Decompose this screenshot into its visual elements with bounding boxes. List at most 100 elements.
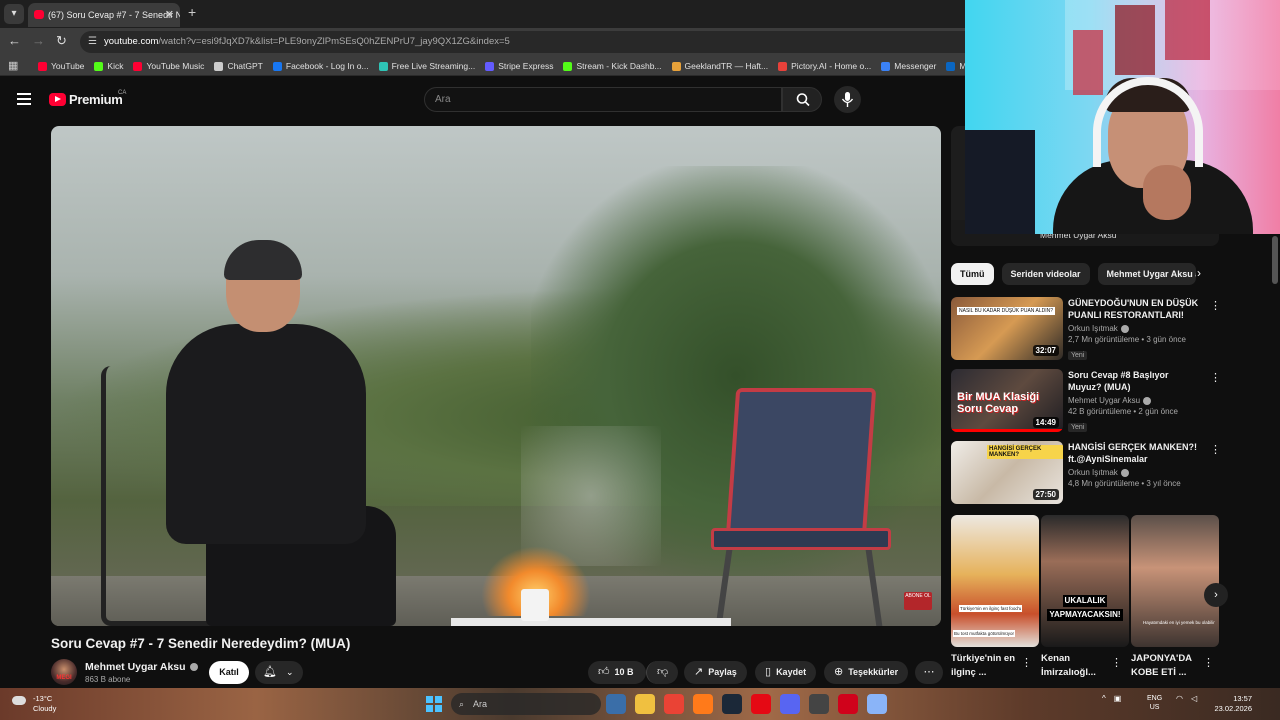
menu-hamburger-icon[interactable] — [17, 93, 31, 105]
thanks-button[interactable]: ⊕ Teşekkürler — [824, 661, 909, 684]
more-vertical-icon[interactable]: ⋮ — [1203, 656, 1214, 669]
like-count: 10 B — [614, 667, 634, 677]
short-title[interactable]: Türkiye'nin en ilginç ... — [951, 652, 1031, 680]
browser-tab-active[interactable]: (67) Soru Cevap #7 - 7 Senedir Neredeydi… — [28, 3, 180, 27]
bookmark-item[interactable]: ChatGPT — [214, 61, 263, 71]
taskbar-app-icon[interactable] — [751, 694, 771, 714]
chip-channel[interactable]: Mehmet Uygar Aksu and — [1097, 263, 1196, 285]
bookmark-item[interactable]: Pictory.AI - Home o... — [778, 61, 871, 71]
taskbar-app-icon[interactable] — [693, 694, 713, 714]
taskbar-search[interactable]: ⌕ Ara — [451, 693, 601, 715]
taskbar-app-icon[interactable] — [664, 694, 684, 714]
video-player[interactable]: ABONE OL — [51, 126, 941, 626]
video-title[interactable]: Soru Cevap #8 Başlıyor Muyuz? (MUA) — [1068, 369, 1203, 393]
video-thumbnail[interactable]: Bir MUA Klasiği Soru Cevap 14:49 — [951, 369, 1063, 432]
channel-name[interactable]: Mehmet Uygar Aksu — [1068, 396, 1140, 405]
video-thumbnail[interactable]: NASIL BU KADAR DÜŞÜK PUAN ALDIN? 32:07 — [951, 297, 1063, 360]
notification-bell-button[interactable]: 🔔︎ ⌄ — [255, 661, 303, 684]
network-volume-tray[interactable]: ◠ ◁ — [1176, 694, 1197, 703]
short-title[interactable]: JAPONYA'DA KOBE ETİ ... — [1131, 652, 1211, 680]
video-title[interactable]: HANGİSİ GERÇEK MANKEN?! ft.@AyniSinemala… — [1068, 441, 1203, 465]
taskbar-app-icon[interactable] — [780, 694, 800, 714]
voice-search-button[interactable] — [834, 86, 861, 113]
short-thumbnail[interactable]: Türkiye'nin en ilginç fast food'u Bu tos… — [951, 515, 1039, 647]
youtube-header: Premium CA Ara — [0, 76, 965, 122]
wifi-icon[interactable]: ◠ — [1176, 694, 1183, 703]
back-arrow-icon[interactable]: ← — [8, 33, 21, 48]
new-tab-plus-icon[interactable]: + — [188, 4, 196, 20]
shorts-next-arrow-icon[interactable]: › — [1204, 583, 1228, 607]
more-actions-button[interactable]: ⋯ — [915, 661, 943, 684]
channel-name[interactable]: Orkun Işıtmak — [1068, 324, 1118, 333]
bookmark-item[interactable]: Kick — [94, 61, 123, 71]
microphone-icon — [841, 92, 854, 107]
short-thumbnail[interactable]: Hayatımdaki en iyi yemek bu olabilir — [1131, 515, 1219, 647]
like-button[interactable]: 👍︎ 10 B — [588, 661, 646, 684]
site-info-icon[interactable]: ☰ — [88, 31, 97, 53]
bookmark-item[interactable]: Free Live Streaming... — [378, 61, 475, 71]
speaker-icon[interactable]: ◁ — [1191, 694, 1197, 703]
search-icon — [796, 93, 810, 107]
taskbar-clock[interactable]: 13:57 23.02.2026 — [1212, 694, 1252, 714]
more-vertical-icon[interactable]: ⋮ — [1210, 371, 1221, 384]
taskbar-app-icon[interactable] — [722, 694, 742, 714]
video-thumbnail[interactable]: HANGİSİ GERÇEK MANKEN? 27:50 — [951, 441, 1063, 504]
search-input[interactable]: Ara — [424, 87, 782, 112]
bookmark-item[interactable]: Stripe Express — [485, 61, 553, 71]
short-thumbnail-text: Türkiye'nin en ilginç fast food'u — [959, 605, 1023, 612]
share-button[interactable]: ↗ Paylaş — [684, 661, 747, 684]
bookmark-item[interactable]: YouTube — [38, 61, 84, 71]
recommended-video[interactable]: HANGİSİ GERÇEK MANKEN? 27:50 HANGİSİ GER… — [951, 441, 1221, 505]
page-scrollbar-thumb[interactable] — [1272, 236, 1278, 284]
chip-all[interactable]: Tümü — [951, 263, 994, 285]
channel-avatar[interactable] — [51, 659, 77, 685]
chevron-right-icon[interactable]: › — [1197, 266, 1201, 280]
channel-name-link[interactable]: Mehmet Uygar Aksu — [85, 661, 198, 673]
bookmark-label: Stream - Kick Dashb... — [576, 61, 662, 71]
channel-name[interactable]: Orkun Işıtmak — [1068, 468, 1118, 477]
recommended-video[interactable]: Bir MUA Klasiği Soru Cevap 14:49 Soru Ce… — [951, 369, 1221, 433]
url-bar[interactable]: ☰ youtube.com/watch?v=esi9fJqXD7k&list=P… — [80, 31, 980, 53]
tab-search-button[interactable]: ▾ — [4, 4, 24, 24]
save-button[interactable]: ▯ Kaydet — [755, 661, 817, 684]
input-language[interactable]: ENG US — [1147, 694, 1162, 712]
join-button[interactable]: Katıl — [209, 661, 249, 684]
bookmark-favicon-icon — [563, 61, 573, 71]
chip-series[interactable]: Seriden videolar — [1001, 263, 1090, 285]
reload-icon[interactable]: ↻ — [56, 33, 67, 49]
recommended-video[interactable]: NASIL BU KADAR DÜŞÜK PUAN ALDIN? 32:07 G… — [951, 297, 1221, 361]
tray-chevron-up-icon[interactable]: ^ — [1102, 694, 1106, 703]
youtube-premium-logo[interactable]: Premium — [49, 92, 123, 107]
dislike-button[interactable]: 👎︎ — [646, 661, 678, 684]
windows-start-icon[interactable] — [426, 696, 442, 712]
search-button[interactable] — [782, 87, 822, 112]
bookmark-item[interactable]: Facebook - Log In o... — [272, 61, 369, 71]
apps-grid-icon[interactable]: ▦ — [8, 59, 18, 72]
youtube-logo-icon — [49, 93, 66, 106]
bookmark-item[interactable]: Messenger — [881, 61, 936, 71]
taskbar-app-icon[interactable] — [606, 694, 626, 714]
more-vertical-icon[interactable]: ⋮ — [1111, 656, 1122, 669]
system-tray[interactable]: ^ ▣ — [1102, 694, 1121, 703]
bookmark-item[interactable]: YouTube Music — [133, 61, 204, 71]
taskbar-app-icon[interactable] — [867, 694, 887, 714]
tray-app-icon[interactable]: ▣ — [1114, 694, 1122, 703]
short-thumbnail[interactable]: UKALALIK YAPMAYACAKSIN! — [1041, 515, 1129, 647]
video-title[interactable]: GÜNEYDOĞU'NUN EN DÜŞÜK PUANLI RESTORANTL… — [1068, 297, 1203, 321]
close-tab-icon[interactable]: ✕ — [165, 3, 174, 27]
forward-arrow-icon[interactable]: → — [32, 33, 45, 48]
taskbar-app-icon[interactable] — [635, 694, 655, 714]
bookmark-item[interactable]: Stream - Kick Dashb... — [563, 61, 662, 71]
video-scene-smoke — [521, 426, 661, 566]
page-scrollbar[interactable] — [1270, 234, 1280, 686]
subscribe-watermark[interactable]: ABONE OL — [904, 592, 932, 610]
short-title[interactable]: Kenan İmirzalıoğl... — [1041, 652, 1121, 680]
taskbar-app-icon[interactable] — [838, 694, 858, 714]
more-vertical-icon[interactable]: ⋮ — [1210, 299, 1221, 312]
bookmark-item[interactable]: GeeklandTR — Haft... — [671, 61, 768, 71]
more-vertical-icon[interactable]: ⋮ — [1021, 656, 1032, 669]
taskbar-app-icon[interactable] — [809, 694, 829, 714]
thumbnail-text: HANGİSİ GERÇEK MANKEN? — [987, 445, 1063, 459]
more-horizontal-icon: ⋯ — [923, 666, 935, 678]
more-vertical-icon[interactable]: ⋮ — [1210, 443, 1221, 456]
